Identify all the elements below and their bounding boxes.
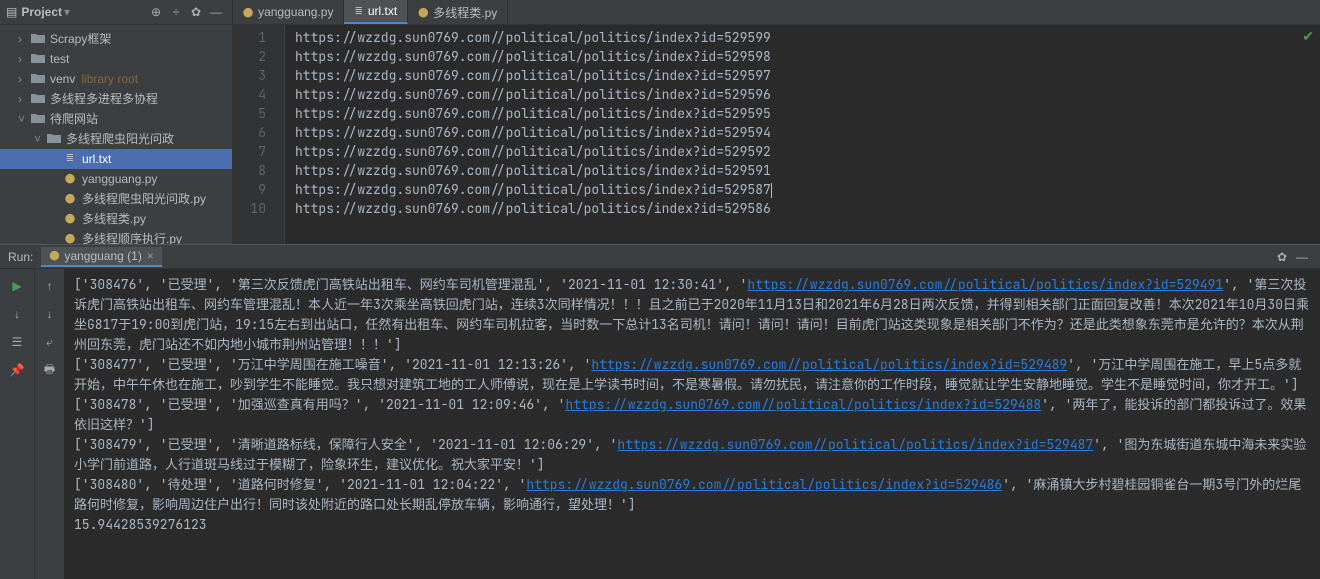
expand-icon[interactable]: ÷ [166,5,186,19]
folder-icon [46,132,62,146]
tree-item-label: 多线程顺序执行.py [82,230,182,244]
run-toolbar-left: ▶ ↓ ☰ 📌 [0,269,34,579]
chevron-down-icon[interactable]: ▾ [64,5,70,19]
tab-label: 多线程类.py [433,4,497,21]
tree-item[interactable]: ›多线程多进程多协程 [0,89,232,109]
wrap-icon[interactable]: ⤶ [41,333,59,351]
tree-item[interactable]: ›Scrapy框架 [0,29,232,49]
tree-item[interactable]: ˅待爬网站 [0,109,232,129]
text-file-icon: ≣ [62,153,78,164]
down-arrow-icon[interactable]: ↓ [41,305,59,323]
rerun-icon[interactable]: ▶ [8,277,26,295]
editor-tabs: ⬤ yangguang.py ≣ url.txt ⬤ 多线程类.py [233,0,1320,25]
tree-item-label: 多线程多进程多协程 [50,90,158,107]
gear-icon[interactable]: ✿ [186,5,206,19]
folder-icon [30,72,46,86]
tree-item[interactable]: ⬤ yangguang.py [0,169,232,189]
tree-item[interactable]: ⬤ 多线程顺序执行.py [0,229,232,244]
tree-item-label: 多线程爬虫阳光问政.py [82,190,206,207]
run-tab-label: yangguang (1) [64,249,141,263]
text-file-icon: ≣ [354,6,362,17]
console-link[interactable]: https://wzzdg.sun0769.com//political/pol… [591,356,1067,373]
tree-item-label: yangguang.py [82,172,157,186]
run-header: Run: ⬤ yangguang (1) × ✿ — [0,245,1320,269]
project-label[interactable]: Project [21,5,62,19]
hide-icon[interactable]: — [206,5,226,19]
print-icon[interactable]: 🖶 [41,361,59,379]
python-icon: ⬤ [62,233,78,244]
tree-item[interactable]: ⬤ 多线程爬虫阳光问政.py [0,189,232,209]
folder-icon [30,32,46,46]
python-icon: ⬤ [418,7,428,18]
pin-icon[interactable]: 📌 [8,361,26,379]
folder-icon [30,92,46,106]
python-icon: ⬤ [49,250,59,261]
tree-item-label: venv [50,72,75,86]
tree-item[interactable]: ›venvlibrary root [0,69,232,89]
tree-item-label: 多线程爬虫阳光问政 [66,130,174,147]
tree-item-label: test [50,52,69,66]
run-tab[interactable]: ⬤ yangguang (1) × [41,247,161,267]
folder-icon [30,52,46,66]
console-link[interactable]: https://wzzdg.sun0769.com//political/pol… [617,436,1093,453]
tree-item-label: 多线程类.py [82,210,146,227]
tree-item[interactable]: ⬤ 多线程类.py [0,209,232,229]
close-icon[interactable]: × [147,249,154,263]
folder-icon [30,112,46,126]
stack-icon[interactable]: ☰ [8,333,26,351]
editor-content[interactable]: https://wzzdg.sun0769.com//political/pol… [285,25,1320,244]
locate-icon[interactable]: ⊕ [146,5,166,19]
tree-item[interactable]: ˅多线程爬虫阳光问政 [0,129,232,149]
editor-tab[interactable]: ⬤ 多线程类.py [408,0,508,24]
up-arrow-icon[interactable]: ↑ [41,277,59,295]
gear-icon[interactable]: ✿ [1272,250,1292,264]
tree-item[interactable]: ≣ url.txt [0,149,232,169]
console-link[interactable]: https://wzzdg.sun0769.com//political/pol… [526,476,1002,493]
console-output[interactable]: ['308476', '已受理', '第三次反馈虎门高铁站出租车、网约车司机管理… [64,269,1320,579]
python-icon: ⬤ [243,7,253,18]
folder-icon: ▤ [6,5,17,19]
run-toolbar-left2: ↑ ↓ ⤶ 🖶 [34,269,64,579]
python-icon: ⬤ [62,213,78,224]
editor-tab[interactable]: ≣ url.txt [344,0,408,24]
python-icon: ⬤ [62,193,78,204]
editor-tab[interactable]: ⬤ yangguang.py [233,0,344,24]
tree-item[interactable]: ›test [0,49,232,69]
tree-item-label: 待爬网站 [50,110,98,127]
tree-item-label: url.txt [82,152,111,166]
down-icon[interactable]: ↓ [8,305,26,323]
project-sidebar: ▤ Project ▾ ⊕ ÷ ✿ — ›Scrapy框架›test›venvl… [0,0,233,244]
tab-label: url.txt [368,4,397,18]
console-link[interactable]: https://wzzdg.sun0769.com//political/pol… [747,276,1223,293]
console-link[interactable]: https://wzzdg.sun0769.com//political/pol… [565,396,1041,413]
hide-icon[interactable]: — [1292,250,1312,264]
python-icon: ⬤ [62,173,78,184]
line-gutter: 12345678910 [233,25,285,244]
check-icon: ✔ [1302,28,1314,45]
project-tree: ›Scrapy框架›test›venvlibrary root›多线程多进程多协… [0,25,232,244]
run-label: Run: [8,250,33,264]
tree-item-label: Scrapy框架 [50,30,111,47]
sidebar-header: ▤ Project ▾ ⊕ ÷ ✿ — [0,0,232,25]
tab-label: yangguang.py [258,5,333,19]
